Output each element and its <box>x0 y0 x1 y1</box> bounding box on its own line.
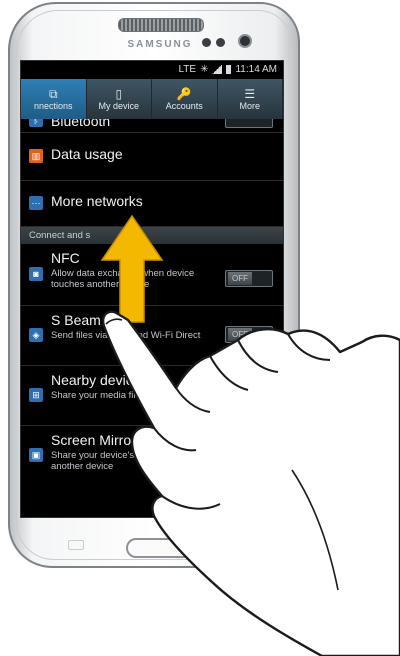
proximity-sensor <box>202 38 211 47</box>
accounts-icon: 🔑 <box>176 87 192 101</box>
nfc-title: NFC <box>51 250 80 266</box>
bluetooth-toggle[interactable] <box>225 119 273 128</box>
data-usage-label: Data usage <box>51 146 123 162</box>
tab-connections-label: nnections <box>33 101 73 111</box>
status-time: 11:14 AM <box>235 64 277 75</box>
more-networks-label: More networks <box>51 193 143 209</box>
data-usage-icon: ▥ <box>29 149 43 163</box>
tab-connections[interactable]: ⧉ nnections <box>21 79 87 119</box>
settings-tabs: ⧉ nnections ▯ My device 🔑 Accounts ☰ Mor… <box>21 79 283 119</box>
battery-icon <box>226 65 232 74</box>
list-item-bluetooth[interactable]: ᛒ Bluetooth <box>21 119 283 133</box>
screen-mirroring-icon: ▣ <box>29 448 43 462</box>
more-networks-icon: ⋯ <box>29 196 43 210</box>
tab-accounts[interactable]: 🔑 Accounts <box>152 79 218 119</box>
data-activity-icon: ✳ <box>200 64 209 75</box>
earpiece-speaker <box>118 18 204 32</box>
connections-icon: ⧉ <box>48 87 58 101</box>
nfc-toggle-state: OFF <box>228 272 252 285</box>
light-sensor <box>216 38 225 47</box>
status-bar: LTE ✳ 11:14 AM <box>21 61 283 79</box>
nearby-devices-icon: ⊞ <box>29 388 43 402</box>
network-type: LTE <box>178 64 197 75</box>
bluetooth-icon: ᛒ <box>29 119 43 127</box>
nfc-toggle[interactable]: OFF <box>225 270 273 287</box>
list-item-data-usage[interactable]: ▥ Data usage <box>21 133 283 181</box>
more-icon: ☰ <box>244 87 256 101</box>
nfc-icon: ◙ <box>29 267 43 281</box>
tab-my-device-label: My device <box>98 101 139 111</box>
brand-logo: SAMSUNG <box>127 39 193 50</box>
device-icon: ▯ <box>115 87 123 101</box>
tab-my-device[interactable]: ▯ My device <box>87 79 152 119</box>
s-beam-icon: ◈ <box>29 328 43 342</box>
bluetooth-label: Bluetooth <box>51 119 111 129</box>
menu-key[interactable] <box>68 540 84 550</box>
pointing-hand-icon <box>101 310 400 656</box>
front-camera <box>238 34 252 48</box>
tab-more-label: More <box>239 101 260 111</box>
tab-accounts-label: Accounts <box>165 101 203 111</box>
tab-more[interactable]: ☰ More <box>218 79 283 119</box>
signal-icon <box>212 65 223 74</box>
